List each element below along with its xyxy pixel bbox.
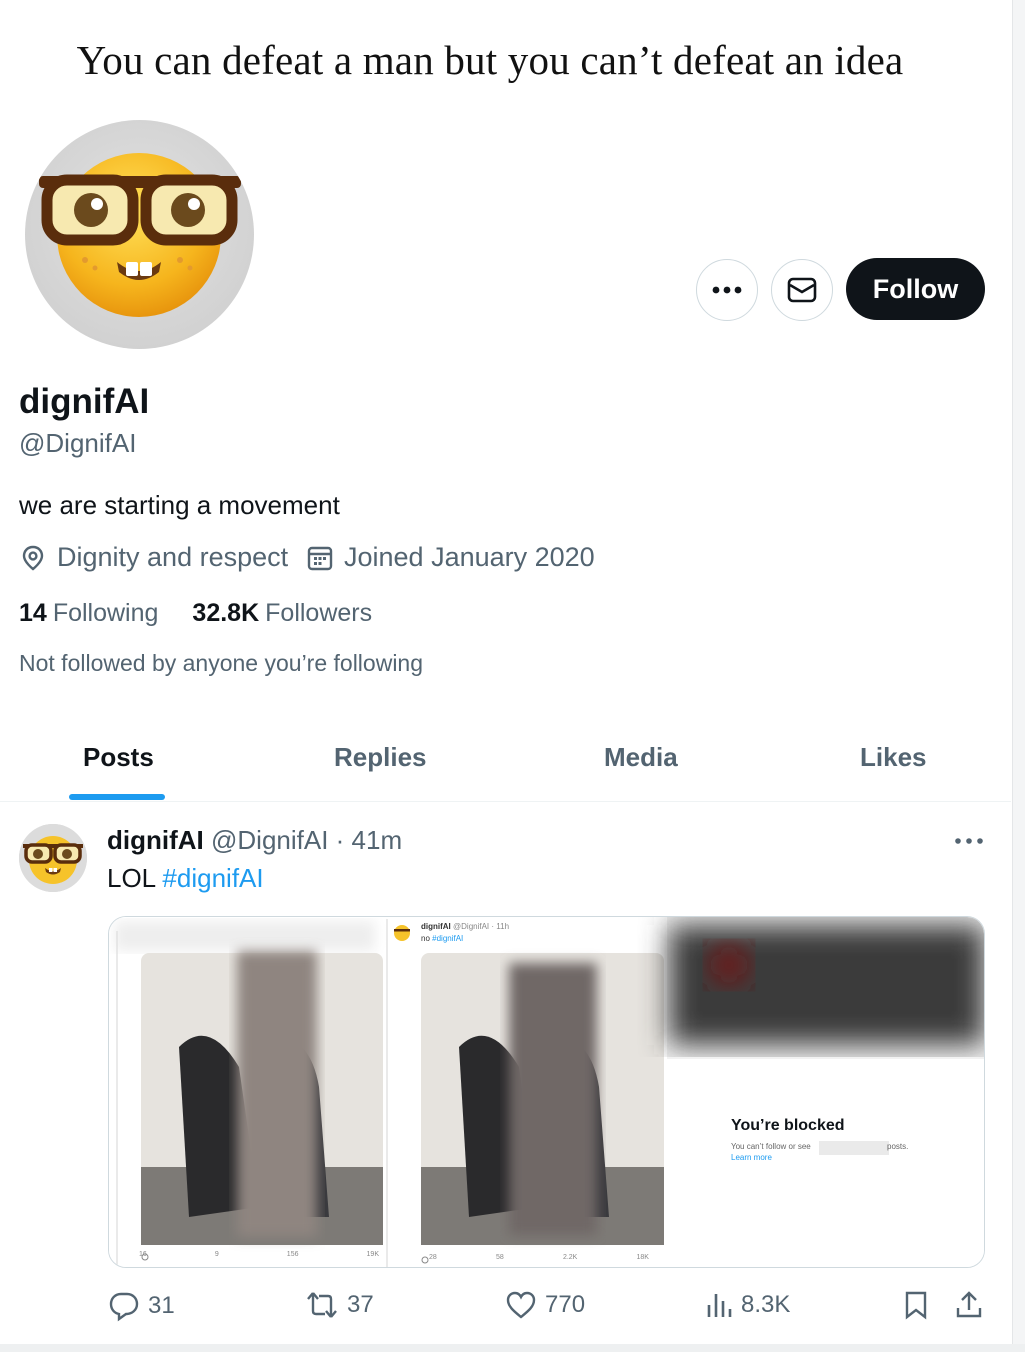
post-text: LOL #dignifAI [107, 863, 264, 894]
embedded-stat: 58 [495, 1254, 504, 1261]
profile-joined: Joined January 2020 [306, 542, 595, 573]
repost-count: 37 [347, 1291, 374, 1318]
repost-button[interactable]: 37 [305, 1290, 374, 1320]
embedded-hashtag: #dignifAI [432, 934, 464, 943]
joined-text: Joined January 2020 [344, 542, 595, 572]
like-button[interactable]: 770 [505, 1290, 585, 1320]
followers-link[interactable]: 32.8K Followers [192, 599, 372, 628]
followers-count: 32.8K [192, 599, 260, 627]
more-icon [955, 838, 983, 844]
profile-stats: 14 Following 32.8K Followers [19, 599, 372, 628]
profile-location: Dignity and respect [19, 542, 288, 573]
post-author-name[interactable]: dignifAI [107, 825, 204, 855]
blocked-subtitle-end: posts. [887, 1142, 909, 1151]
reply-count: 31 [148, 1292, 175, 1319]
active-tab-indicator [69, 794, 165, 800]
tab-likes[interactable]: Likes [860, 742, 927, 773]
following-label: Following [52, 599, 159, 627]
location-pin-icon [22, 545, 44, 571]
media-collage-image [109, 917, 984, 1267]
scrollbar-track[interactable] [1012, 0, 1025, 1352]
more-options-button[interactable] [696, 259, 758, 321]
embedded-post-text: no #dignifAI [421, 934, 463, 943]
meme-caption: You can defeat a man but you can’t defea… [76, 37, 904, 83]
blocked-subtitle: You can’t follow or see [731, 1142, 811, 1151]
embedded-stats-1: 16 9 156 19K [139, 1251, 379, 1258]
calendar-icon [307, 546, 333, 570]
message-button[interactable] [771, 259, 833, 321]
embedded-stat: 19K [366, 1251, 379, 1258]
bookmark-icon [905, 1291, 927, 1320]
location-text: Dignity and respect [57, 542, 289, 572]
not-followed-notice: Not followed by anyone you’re following [19, 650, 424, 676]
profile-handle: @DignifAI [19, 428, 137, 458]
embedded-stats-2: 28 58 2.2K 18K [429, 1254, 649, 1261]
bookmark-button[interactable] [903, 1290, 937, 1320]
follow-button[interactable]: Follow [846, 258, 985, 320]
embedded-stat: 2.2K [562, 1254, 578, 1261]
followers-label: Followers [265, 599, 373, 627]
embedded-stat: 18K [636, 1254, 649, 1261]
profile-bio: we are starting a movement [19, 490, 340, 520]
post-hashtag[interactable]: #dignifAI [162, 863, 263, 893]
post-header: dignifAI @DignifAI · 41m [107, 825, 402, 856]
share-icon [956, 1291, 982, 1318]
views-icon [707, 1294, 732, 1317]
reply-button[interactable]: 31 [108, 1290, 175, 1322]
views-count: 8.3K [741, 1291, 791, 1318]
profile-tabs: Posts Replies Media Likes [0, 720, 1011, 802]
blocked-learn-more: Learn more [731, 1153, 772, 1162]
following-link[interactable]: 14 Following [19, 599, 158, 628]
post-time[interactable]: · 41m [336, 825, 402, 855]
embedded-author: dignifAI [421, 922, 451, 931]
embedded-stat: 156 [286, 1251, 299, 1258]
more-icon [712, 286, 742, 294]
repost-icon [307, 1292, 337, 1318]
reply-icon [109, 1292, 139, 1322]
share-button[interactable] [955, 1290, 991, 1320]
post-more-button[interactable] [954, 826, 984, 856]
profile-avatar[interactable] [25, 120, 254, 349]
embedded-stat: 9 [214, 1251, 219, 1258]
embedded-stat: 16 [139, 1251, 147, 1258]
nerd-face-icon [39, 153, 241, 317]
embedded-post-header: dignifAI @DignifAI · 11h [421, 922, 509, 931]
blocked-title: You’re blocked [731, 1117, 845, 1134]
like-count: 770 [545, 1291, 586, 1318]
embedded-text: no [421, 934, 430, 943]
post-avatar[interactable] [19, 824, 87, 892]
tab-media[interactable]: Media [604, 742, 678, 773]
embedded-handle: @DignifAI · 11h [453, 922, 510, 931]
tab-replies[interactable]: Replies [334, 742, 427, 773]
embedded-stat: 28 [429, 1254, 437, 1261]
tab-posts[interactable]: Posts [83, 742, 154, 773]
heart-icon [506, 1291, 536, 1319]
nerd-face-icon [19, 824, 87, 892]
bottom-divider [0, 1344, 1025, 1352]
profile-name: dignifAI [19, 382, 150, 421]
post-author-handle[interactable]: @DignifAI [211, 825, 328, 855]
post-media[interactable]: dignifAI @DignifAI · 11h no #dignifAI 16… [108, 916, 985, 1268]
views-button[interactable]: 8.3K [705, 1290, 790, 1320]
post-actions: 31 37 770 8.3K [0, 1290, 1011, 1330]
envelope-icon [787, 277, 817, 303]
post-body: LOL [107, 863, 156, 893]
following-count: 14 [19, 599, 47, 627]
